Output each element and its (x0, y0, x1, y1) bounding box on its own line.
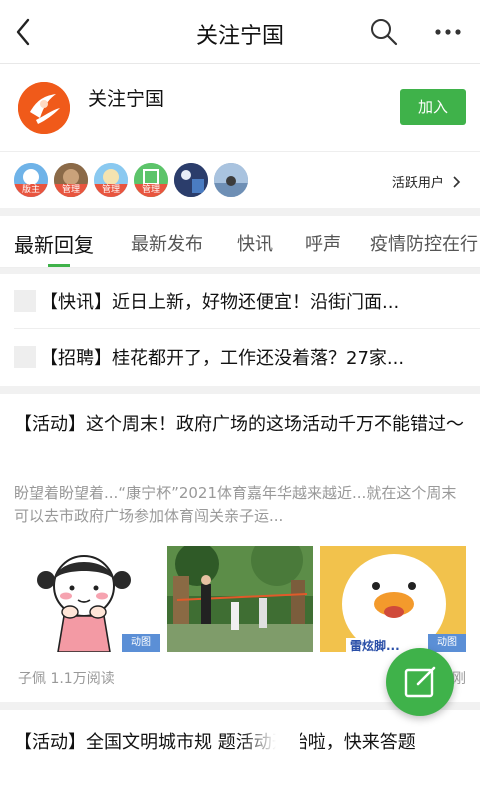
tab-bar: 最新回复 最新发布 快讯 呼声 疫情防控在行 (0, 216, 480, 268)
tab-active-indicator (48, 264, 70, 267)
top-bar: 关注宁国 (0, 0, 480, 64)
notice-title: 【招聘】桂花都开了，工作还没着落？27家... (40, 348, 405, 369)
role-badge: 管理 (134, 184, 168, 197)
compose-button[interactable] (386, 648, 454, 716)
group-header: 关注宁国 加入 (0, 64, 480, 152)
avatar[interactable]: 管理 (54, 163, 88, 197)
section-divider (0, 208, 480, 216)
avatar[interactable]: 管理 (134, 163, 168, 197)
role-badge: 管理 (94, 184, 128, 197)
section-divider (0, 268, 480, 274)
compose-icon (386, 666, 454, 720)
list-item[interactable]: 【招聘】桂花都开了，工作还没着落？27家... (0, 336, 480, 380)
role-badge: 管理 (54, 184, 88, 197)
post-time: 刚 (452, 671, 466, 687)
post-image[interactable] (167, 546, 313, 652)
search-icon[interactable] (368, 16, 400, 48)
post-image[interactable]: 动图 (14, 546, 160, 652)
post-image[interactable]: 雷炫脚... 动图 (320, 546, 466, 652)
more-horizontal-icon[interactable] (430, 18, 466, 46)
tab-epidemic[interactable]: 疫情防控在行 (370, 230, 478, 256)
page-title: 关注宁国 (195, 24, 284, 49)
tab-latest-reply[interactable]: 最新回复 (14, 229, 94, 258)
group-logo[interactable] (18, 82, 70, 134)
avatar[interactable]: 版主 (14, 163, 48, 197)
active-users-link[interactable]: 活跃用户 (392, 172, 462, 191)
gif-badge: 动图 (122, 634, 160, 652)
section-divider (0, 386, 480, 394)
avatar[interactable] (174, 163, 208, 197)
post-title: 【活动】这个周末！政府广场的这场活动千万不能错过～ (14, 414, 464, 435)
divider (14, 328, 480, 329)
notice-thumbnail (14, 290, 36, 312)
tab-latest-post[interactable]: 最新发布 (131, 230, 203, 256)
tab-news-flash[interactable]: 快讯 (237, 230, 273, 256)
role-badge: 版主 (14, 184, 48, 197)
avatar[interactable]: 管理 (94, 163, 128, 197)
chevron-right-icon (448, 176, 462, 191)
list-item[interactable]: 【快讯】近日上新，好物还便宜！沿街门面... (0, 280, 480, 324)
fade-overlay (240, 730, 300, 800)
notice-thumbnail (14, 346, 36, 368)
post-meta: 子佩 1.1万阅读 (18, 671, 115, 687)
group-name: 关注宁国 (88, 88, 165, 110)
post-summary: 盼望着盼望着...“康宁杯”2021体育嘉年华越来越近...就在这个周末可以去市… (14, 484, 457, 525)
tab-voice[interactable]: 呼声 (305, 230, 341, 256)
join-button[interactable]: 加入 (400, 89, 466, 125)
notice-title: 【快讯】近日上新，好物还便宜！沿街门面... (40, 292, 400, 313)
avatar[interactable] (214, 163, 248, 197)
active-users-label: 活跃用户 (391, 176, 444, 191)
admin-row: 版主 管理 管理 管理 活跃用户 (0, 152, 480, 208)
